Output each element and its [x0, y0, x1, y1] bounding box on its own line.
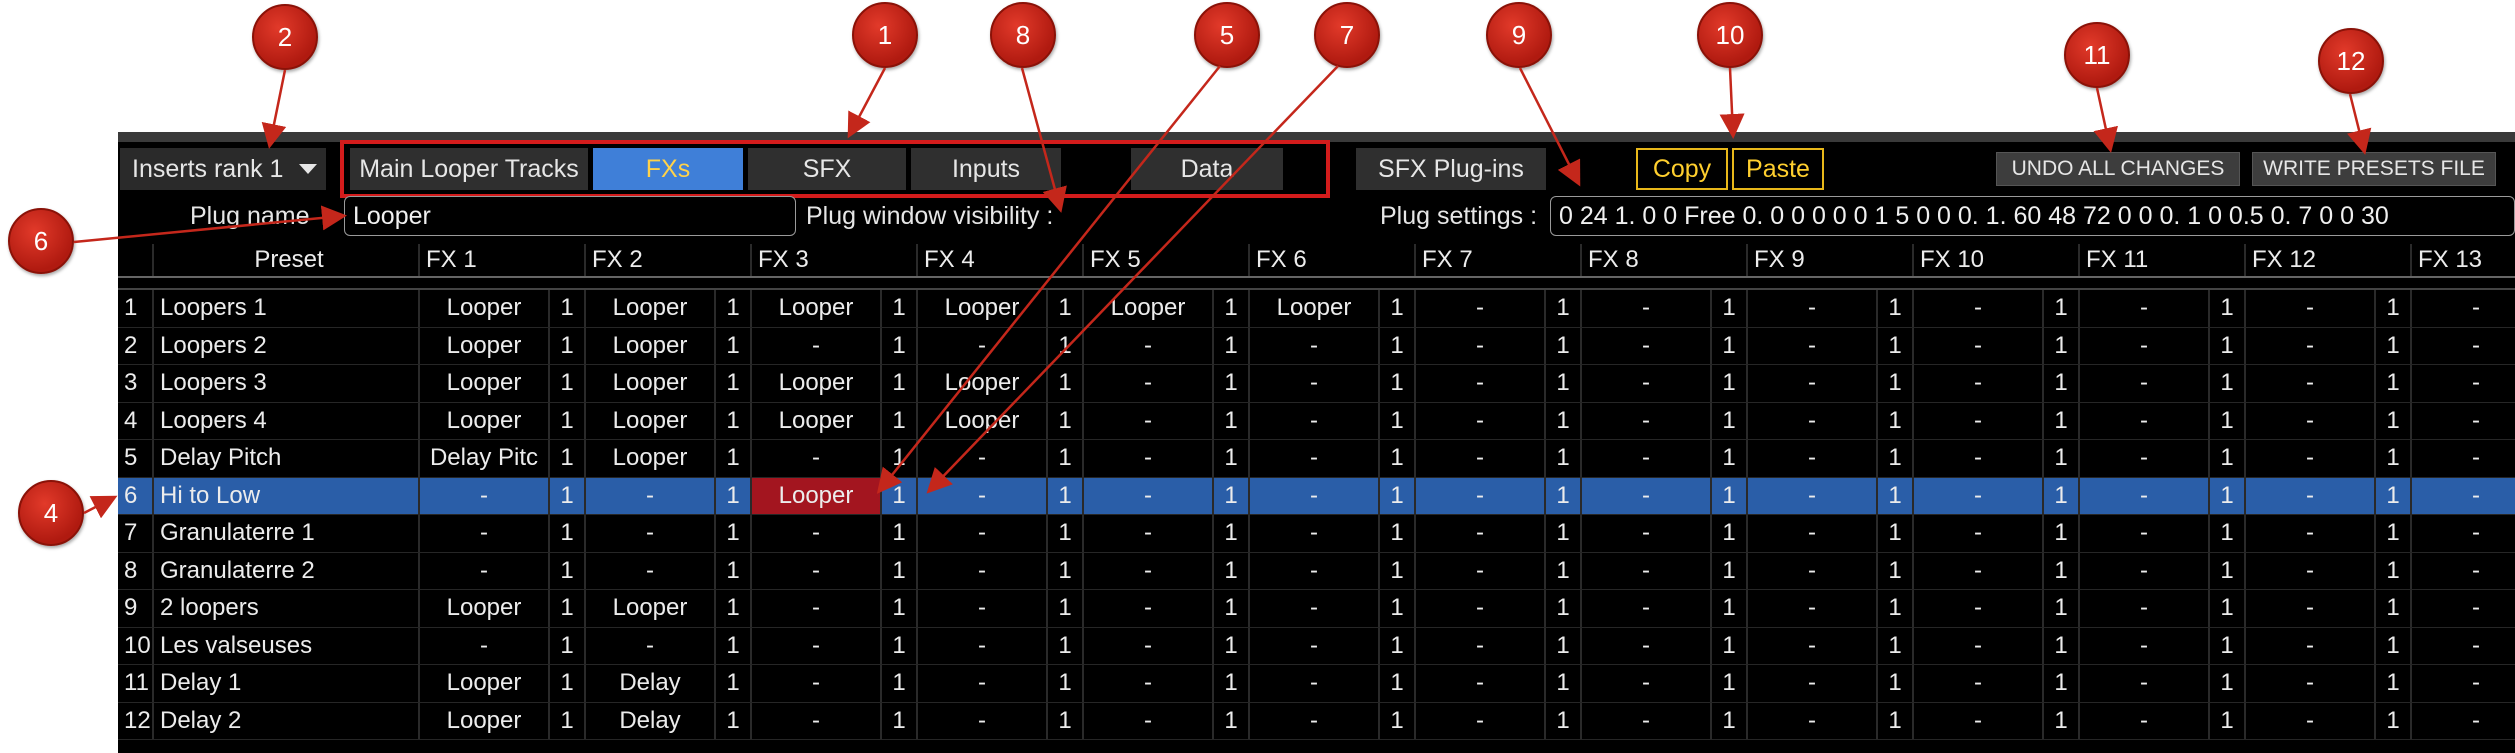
arrow-7	[926, 65, 1339, 494]
arrow-12	[2347, 93, 2372, 155]
arrow-2	[261, 69, 287, 149]
arrow-8	[1020, 67, 1067, 213]
arrow-1	[847, 67, 887, 139]
callout-arrows	[73, 65, 2372, 519]
arrow-11	[2093, 87, 2118, 153]
arrow-4	[83, 495, 118, 519]
arrow-5	[876, 65, 1221, 494]
arrow-10	[1719, 67, 1745, 139]
arrow-9	[1518, 67, 1581, 187]
arrow-6	[73, 205, 347, 244]
